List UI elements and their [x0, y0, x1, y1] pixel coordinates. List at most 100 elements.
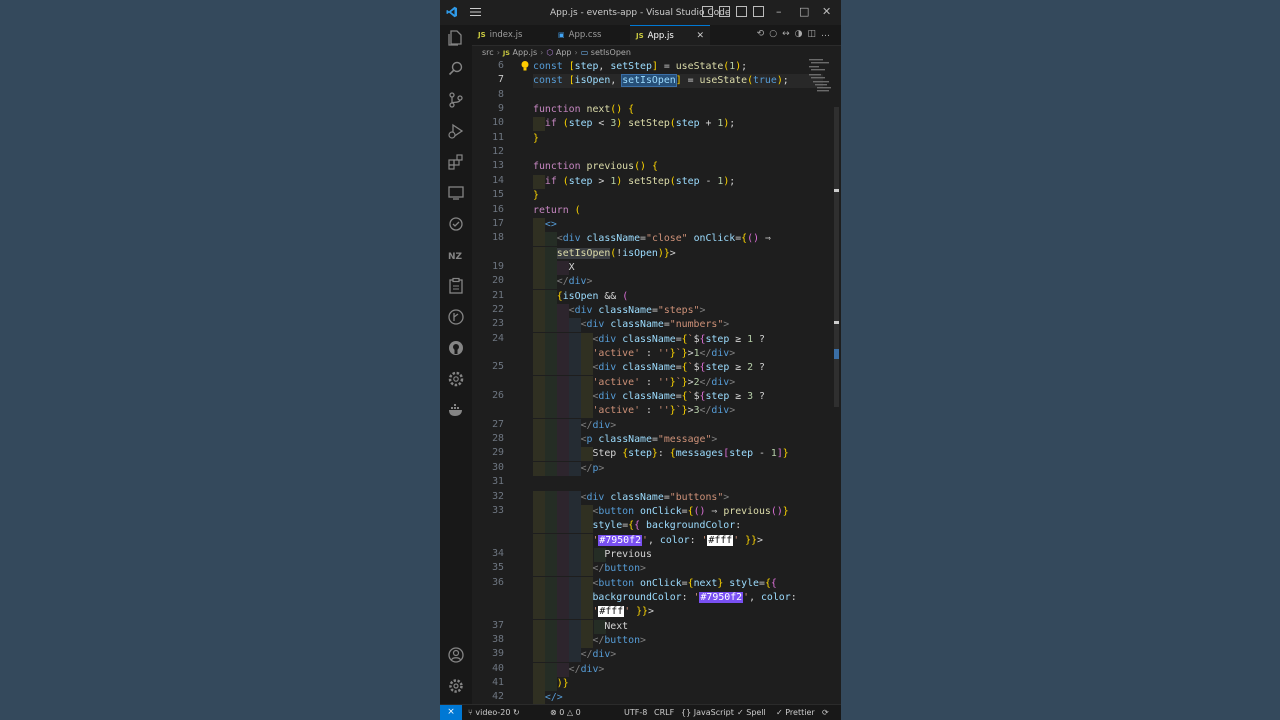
manage-gear-icon[interactable] — [447, 677, 465, 695]
code-line[interactable]: <div className={`${step ≥ 1 ? — [533, 333, 823, 347]
code-line[interactable]: <button onClick={() ⇒ previous()} — [533, 505, 823, 519]
code-line[interactable] — [533, 89, 823, 103]
code-line[interactable]: <button onClick={next} style={{ — [533, 577, 823, 591]
code-line[interactable]: const [step, setStep] = useState(1); — [533, 60, 823, 74]
more-actions-icon[interactable]: … — [821, 29, 835, 39]
git-graph-icon[interactable] — [447, 308, 465, 326]
docker-icon[interactable] — [447, 401, 465, 419]
remote-explorer-icon[interactable] — [447, 184, 465, 202]
close-tab-icon[interactable]: ✕ — [696, 26, 704, 46]
encoding-indicator[interactable]: UTF-8 — [624, 705, 647, 720]
minimize-icon[interactable]: – — [776, 5, 782, 18]
account-icon[interactable] — [447, 646, 465, 664]
code-line[interactable]: style={{ backgroundColor: — [533, 519, 823, 533]
code-area[interactable]: const [step, setStep] = useState(1); cons… — [533, 59, 823, 704]
code-line[interactable]: </button> — [533, 562, 823, 576]
code-line[interactable]: if (step > 1) setStep(step - 1); — [533, 175, 823, 189]
tab-index-js[interactable]: JS index.js — [472, 25, 550, 45]
settings-sync-icon[interactable] — [447, 370, 465, 388]
prettier-indicator[interactable]: ✓ Prettier — [776, 705, 815, 720]
minimap[interactable] — [809, 59, 831, 119]
code-line[interactable]: <div className={`${step ≥ 2 ? — [533, 361, 823, 375]
code-line[interactable]: 'active' : ''}`}>1</div> — [533, 347, 823, 361]
toggle-panel-icon[interactable] — [719, 6, 730, 17]
code-line[interactable]: const [isOpen, setIsOpen] = useState(tru… — [533, 74, 823, 89]
code-line[interactable]: 'active' : ''}`}>2</div> — [533, 376, 823, 390]
spell-indicator[interactable]: ✓ Spell — [737, 705, 766, 720]
github-icon[interactable] — [447, 339, 465, 357]
code-line[interactable]: return ( — [533, 204, 823, 218]
code-line[interactable]: {isOpen && ( — [533, 290, 823, 304]
source-control-icon[interactable] — [447, 91, 465, 109]
code-line[interactable]: function next() { — [533, 103, 823, 117]
tab-app-js[interactable]: JS App.js ✕ — [630, 25, 710, 45]
code-line[interactable]: <div className="close" onClick={() ⇒ — [533, 232, 823, 246]
line-number: 31 — [492, 476, 504, 488]
go-back-icon[interactable]: ⟲ — [757, 29, 770, 39]
code-line[interactable]: <> — [533, 218, 823, 232]
search-icon[interactable] — [447, 60, 465, 78]
code-line[interactable]: '#fff' }}> — [533, 605, 823, 619]
code-line[interactable]: <div className="numbers"> — [533, 318, 823, 332]
npm-scripts-icon[interactable]: NZ — [447, 246, 465, 264]
navigate-icon[interactable]: ↔ — [782, 29, 795, 39]
code-line[interactable]: function previous() { — [533, 160, 823, 174]
tab-app-css[interactable]: ▣ App.css — [552, 25, 630, 45]
timeline-icon[interactable]: ◑ — [795, 29, 808, 39]
code-line[interactable]: <div className="buttons"> — [533, 491, 823, 505]
code-line[interactable]: </div> — [533, 275, 823, 289]
explorer-icon[interactable] — [447, 29, 465, 47]
toggle-sidebar-icon[interactable] — [702, 6, 713, 17]
extensions-icon[interactable] — [447, 153, 465, 171]
problems-indicator[interactable]: ⊗ 0 △ 0 — [550, 705, 581, 720]
activity-bar: NZ — [440, 25, 472, 704]
code-editor[interactable]: 6 7 8 9 10 11 12 13 14 15 16 17 18 19 20 21 22 23 24 25 26 27… — [472, 59, 841, 704]
code-line[interactable]: <div className={`${step ≥ 3 ? — [533, 390, 823, 404]
breadcrumb-folder[interactable]: src — [482, 48, 494, 57]
code-line[interactable]: } — [533, 132, 823, 146]
code-line[interactable]: } — [533, 189, 823, 203]
maximize-icon[interactable]: □ — [799, 5, 809, 18]
code-line[interactable]: '#7950f2', color: '#fff' }}> — [533, 534, 823, 548]
code-line[interactable]: )} — [533, 677, 823, 691]
menu-icon[interactable] — [470, 7, 481, 17]
go-forward-icon[interactable]: ○ — [769, 29, 782, 39]
breadcrumb-file[interactable]: App.js — [513, 48, 538, 57]
code-line[interactable] — [533, 476, 823, 490]
code-line[interactable]: </p> — [533, 462, 823, 476]
branch-indicator[interactable]: ⑂ video-20 ↻ — [468, 705, 520, 720]
toggle-secondary-sidebar-icon[interactable] — [736, 6, 747, 17]
eol-indicator[interactable]: CRLF — [654, 705, 674, 720]
testing-icon[interactable] — [447, 215, 465, 233]
code-line[interactable]: <p className="message"> — [533, 433, 823, 447]
breadcrumb-component[interactable]: App — [556, 48, 572, 57]
notifications-icon[interactable]: ⟳ — [822, 705, 829, 720]
code-line[interactable]: </div> — [533, 419, 823, 433]
code-line[interactable]: backgroundColor: '#7950f2', color: — [533, 591, 823, 605]
split-editor-icon[interactable]: ◫ — [807, 29, 821, 39]
code-line[interactable]: <div className="steps"> — [533, 304, 823, 318]
code-line[interactable]: if (step < 3) setStep(step + 1); — [533, 117, 823, 131]
code-line[interactable] — [533, 146, 823, 160]
braces-icon: {} — [681, 708, 692, 717]
code-line[interactable]: setIsOpen(!isOpen)}> — [533, 247, 823, 261]
code-line[interactable]: </> — [533, 691, 823, 704]
code-line[interactable]: </button> — [533, 634, 823, 648]
code-line[interactable]: Next — [533, 620, 823, 634]
vertical-scrollbar[interactable] — [834, 107, 839, 407]
code-line[interactable]: </div> — [533, 663, 823, 677]
code-line[interactable]: </div> — [533, 648, 823, 662]
clipboard-icon[interactable] — [447, 277, 465, 295]
breadcrumb-symbol[interactable]: setIsOpen — [591, 48, 631, 57]
code-line[interactable]: 'active' : ''}`}>3</div> — [533, 404, 823, 418]
language-indicator[interactable]: {} JavaScript — [681, 705, 734, 720]
code-line[interactable]: Step {step}: {messages[step - 1]} — [533, 447, 823, 461]
code-line[interactable]: X — [533, 261, 823, 275]
lightbulb-icon[interactable] — [520, 60, 530, 72]
line-number: 26 — [492, 390, 504, 402]
customize-layout-icon[interactable] — [753, 6, 764, 17]
remote-indicator-icon[interactable]: ⨯ — [440, 705, 462, 720]
run-debug-icon[interactable] — [447, 122, 465, 140]
code-line[interactable]: Previous — [533, 548, 823, 562]
close-window-icon[interactable]: ✕ — [822, 5, 831, 18]
